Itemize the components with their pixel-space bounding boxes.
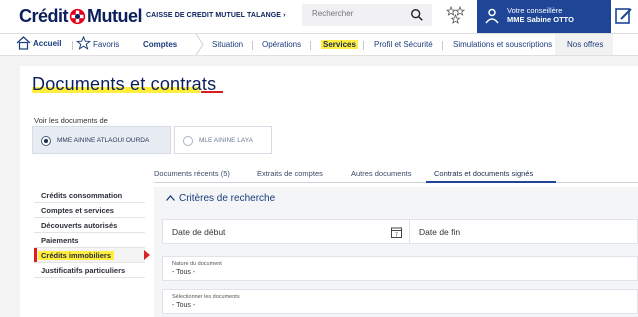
nav-divider — [363, 41, 364, 50]
nature-document-value: - Tous - — [172, 269, 196, 276]
tab-autres-documents[interactable]: Autres documents — [351, 169, 411, 178]
select-documents-value: - Tous - — [172, 302, 196, 309]
nav-services[interactable]: Services — [321, 40, 358, 49]
date-start-label: Date de début — [172, 227, 226, 237]
nature-document-select[interactable]: Nature du document - Tous - — [162, 256, 638, 281]
logo-text-left: Crédit — [19, 6, 69, 26]
top-strip — [20, 56, 638, 66]
menu-item-comptes-services[interactable]: Comptes et services — [34, 203, 145, 218]
criteria-header[interactable]: Critères de recherche — [154, 187, 638, 211]
logo-text-right: Mutuel — [87, 6, 143, 26]
nav-home-label: Accueil — [33, 39, 62, 48]
menu-item-label: Paiements — [41, 236, 79, 245]
nav-situation[interactable]: Situation — [212, 40, 243, 49]
menu-item-label: Découverts autorisés — [41, 221, 118, 230]
nav-home[interactable]: Accueil — [16, 36, 62, 50]
holder-option-2[interactable]: MLE AININE LAYA — [174, 126, 272, 154]
nav-operations[interactable]: Opérations — [262, 40, 301, 49]
document-tabs: Documents récents (5) Extraits de compte… — [154, 165, 638, 183]
select-documents-select[interactable]: Sélectionner les documents - Tous - — [162, 289, 638, 314]
search-input[interactable] — [312, 9, 402, 18]
menu-item-label: Crédits immobiliers — [38, 251, 115, 260]
logo-cross-icon — [69, 8, 86, 25]
select-documents-label: Sélectionner les documents — [172, 294, 240, 300]
svg-text:7: 7 — [395, 232, 398, 238]
holder-option-label: MLE AININE LAYA — [199, 137, 253, 144]
date-start-field[interactable]: Date de début 7 — [162, 219, 410, 244]
home-icon — [16, 36, 31, 50]
menu-item-label: Crédits consommation — [41, 191, 123, 200]
search-box — [302, 4, 432, 26]
nav-offers[interactable]: Nos offres — [555, 34, 613, 55]
voir-documents-label: Voir les documents de — [34, 116, 108, 125]
criteria-title: Critères de recherche — [179, 193, 276, 204]
top-header: Crédit Mutuel CAISSE DE CREDIT MUTUEL TAL… — [0, 0, 638, 34]
menu-item-justificatifs[interactable]: Justificatifs particuliers — [34, 263, 145, 278]
nav-comptes[interactable]: Comptes — [143, 40, 177, 49]
radio-unselected-icon[interactable] — [183, 136, 193, 146]
nav-profil[interactable]: Profil et Sécurité — [374, 40, 433, 49]
compose-message-icon[interactable] — [614, 6, 634, 26]
nav-divider — [310, 41, 311, 50]
nav-chevron-separator — [195, 34, 204, 55]
nav-divider — [442, 41, 443, 50]
menu-item-label: Justificatifs particuliers — [41, 266, 126, 275]
credit-mutuel-logo[interactable]: Crédit Mutuel — [19, 6, 143, 27]
search-icon[interactable] — [410, 8, 424, 22]
selected-marker — [34, 248, 37, 262]
advisor-person-icon — [485, 8, 499, 24]
tab-contrats-signes[interactable]: Contrats et documents signés — [434, 169, 533, 178]
nav-divider — [252, 41, 253, 50]
tips-stars-icon[interactable] — [445, 5, 467, 25]
radio-selected-icon[interactable] — [41, 136, 51, 146]
holder-option-1[interactable]: MME AININE ATLAOUI OURDA — [32, 126, 171, 154]
menu-item-credits-immobiliers[interactable]: Crédits immobiliers — [34, 248, 150, 263]
nav-favorites[interactable]: Favoris — [93, 40, 119, 49]
chevron-up-icon[interactable] — [166, 195, 175, 201]
date-end-label: Date de fin — [419, 227, 461, 237]
left-gutter — [0, 56, 20, 317]
tab-extraits-comptes[interactable]: Extraits de comptes — [257, 169, 323, 178]
selected-arrow-icon — [144, 250, 150, 260]
title-underline — [201, 91, 223, 93]
menu-item-decouverts[interactable]: Découverts autorisés — [34, 218, 145, 233]
nav-divider — [72, 41, 73, 50]
advisor-panel[interactable]: Votre conseillère MME Sabine OTTO — [477, 0, 611, 33]
search-criteria-panel: Critères de recherche Date de début 7 Da… — [154, 187, 638, 317]
advisor-title: Votre conseillère — [507, 6, 563, 15]
tab-documents-recents[interactable]: Documents récents (5) — [154, 169, 230, 178]
active-tab-indicator — [426, 181, 556, 183]
nature-document-label: Nature du document — [172, 261, 222, 267]
favorites-star-icon[interactable] — [76, 36, 91, 50]
main-nav: Accueil Favoris Comptes Situation Opérat… — [0, 34, 638, 56]
menu-item-paiements[interactable]: Paiements — [34, 233, 145, 248]
holder-option-label: MME AININE ATLAOUI OURDA — [57, 137, 150, 144]
page-title: Documents et contrats — [32, 74, 217, 94]
advisor-name: MME Sabine OTTO — [507, 15, 574, 24]
nav-offers-label: Nos offres — [567, 40, 604, 49]
caisse-link[interactable]: CAISSE DE CREDIT MUTUEL TALANGE › — [146, 12, 286, 19]
date-end-field[interactable]: Date de fin — [409, 219, 638, 244]
calendar-icon[interactable]: 7 — [391, 227, 402, 238]
menu-item-label: Comptes et services — [41, 206, 114, 215]
menu-item-credits-consommation[interactable]: Crédits consommation — [34, 188, 145, 203]
nav-simulations[interactable]: Simulations et souscriptions — [453, 40, 552, 49]
